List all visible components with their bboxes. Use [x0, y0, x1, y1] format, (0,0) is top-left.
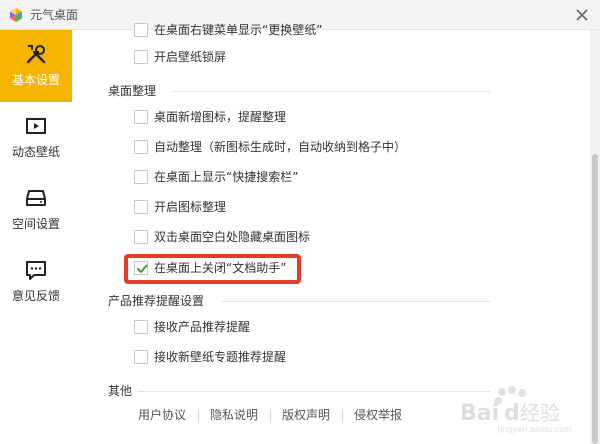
tools-icon	[26, 45, 46, 64]
disk-icon	[26, 190, 46, 206]
checkbox[interactable]	[134, 350, 148, 364]
link-infringement-report[interactable]: 侵权举报	[354, 407, 402, 423]
checkbox[interactable]	[134, 170, 148, 184]
checkbox[interactable]	[134, 50, 148, 64]
link-user-agreement[interactable]: 用户协议	[138, 407, 186, 423]
option-label: 在桌面右键菜单显示“更换壁纸”	[154, 23, 323, 37]
baidu-jingyan-watermark: Bai d 经验 jingyan.baidu.com	[460, 386, 572, 434]
chat-icon	[26, 261, 46, 280]
checkbox[interactable]	[134, 110, 148, 124]
svg-text:经验: 经验	[520, 401, 560, 425]
sidebar-item-basic-settings[interactable]: 基本设置	[0, 30, 72, 102]
link-separator	[198, 409, 199, 423]
option-label: 自动整理（新图标生成时，自动收纳到格子中）	[154, 140, 407, 154]
sidebar-item-label: 基本设置	[11, 73, 60, 87]
settings-panel: 在桌面右键菜单显示“更换壁纸” 开启壁纸锁屏 桌面整理 桌面新增图标，提醒整理 …	[72, 23, 600, 444]
sidebar: 基本设置 动态壁纸 空间设置 意见反馈	[0, 30, 72, 444]
checkbox[interactable]	[134, 320, 148, 334]
section-divider	[222, 301, 490, 302]
sidebar-item-feedback[interactable]: 意见反馈	[0, 246, 72, 318]
option-label: 桌面新增图标，提醒整理	[154, 110, 287, 124]
close-icon[interactable]	[572, 5, 592, 25]
sidebar-item-live-wallpaper[interactable]: 动态壁纸	[0, 102, 72, 174]
play-icon	[26, 118, 46, 134]
checkbox[interactable]	[134, 23, 148, 37]
highlight-annotation	[124, 254, 301, 284]
option-label: 双击桌面空白处隐藏桌面图标	[154, 230, 311, 244]
section-divider	[172, 91, 490, 92]
section-divider	[138, 391, 490, 392]
window-title: 元气桌面	[30, 8, 79, 22]
section-title-other: 其他	[108, 384, 133, 398]
option-label: 开启壁纸锁屏	[154, 50, 227, 64]
link-copyright[interactable]: 版权声明	[282, 407, 330, 423]
option-label: 接收新壁纸专题推荐提醒	[154, 350, 287, 364]
link-privacy[interactable]: 隐私说明	[210, 407, 258, 423]
option-label: 在桌面上显示“快捷搜索栏”	[154, 170, 299, 184]
sidebar-item-space-settings[interactable]: 空间设置	[0, 174, 72, 246]
svg-text:Bai: Bai	[460, 401, 499, 426]
sidebar-item-label: 空间设置	[11, 217, 60, 231]
app-logo-icon	[10, 8, 22, 22]
svg-text:d: d	[504, 401, 520, 426]
option-label: 开启图标整理	[154, 200, 227, 214]
link-separator	[270, 409, 271, 423]
section-title-recommendation: 产品推荐提醒设置	[108, 294, 205, 308]
checkbox[interactable]	[134, 200, 148, 214]
section-title-desktop-organize: 桌面整理	[108, 84, 157, 98]
checkbox[interactable]	[134, 230, 148, 244]
sidebar-item-label: 意见反馈	[11, 289, 60, 303]
link-separator	[342, 409, 343, 423]
option-label: 接收产品推荐提醒	[154, 320, 251, 334]
svg-text:jingyan.baidu.com: jingyan.baidu.com	[497, 425, 572, 434]
sidebar-item-label: 动态壁纸	[11, 145, 60, 159]
checkbox[interactable]	[134, 140, 148, 154]
